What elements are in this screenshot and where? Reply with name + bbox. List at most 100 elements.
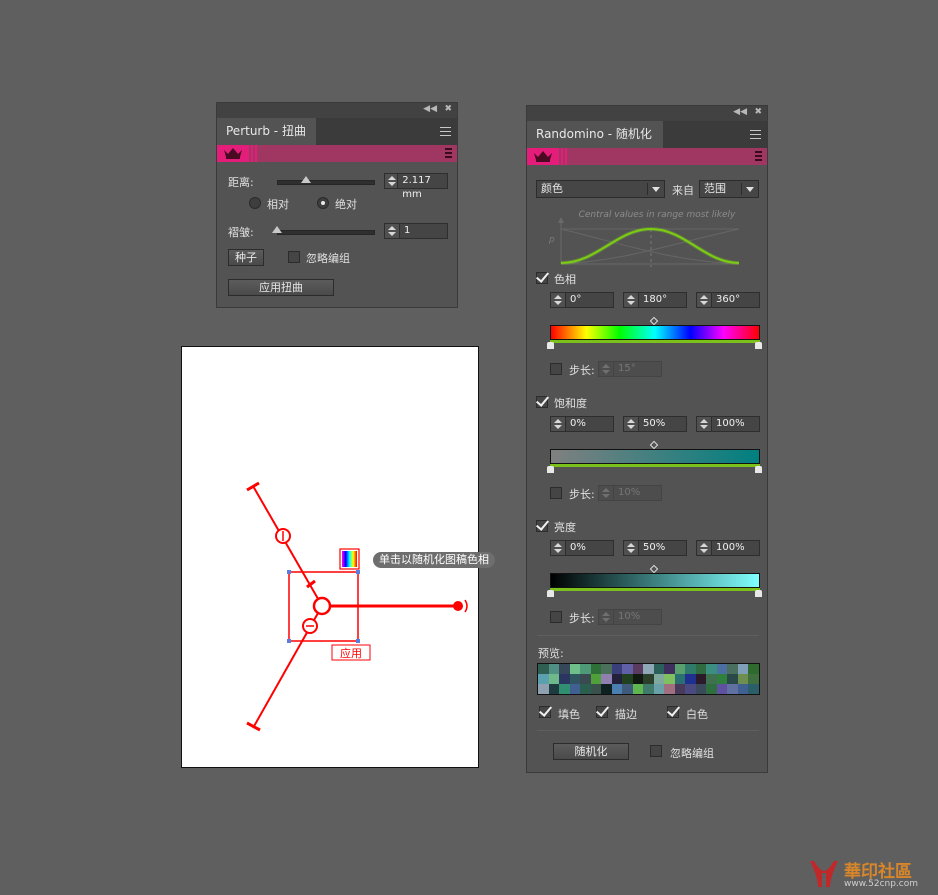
wrinkle-stepper[interactable]: 1 [384,223,448,239]
brightness-max-value[interactable]: 100% [712,541,745,555]
saturation-gradient-bar [550,449,760,464]
collapse-icon[interactable]: ◀◀ [423,104,437,114]
hue-mid-stepper[interactable]: 180° [623,292,687,308]
brightness-min-stepper[interactable]: 0% [550,540,614,556]
brightness-max-handle[interactable] [755,590,762,597]
hue-step-label: 步长: [569,364,595,377]
panel-menu-icon[interactable] [440,127,451,139]
hue-mid-value[interactable]: 180° [639,293,667,307]
watermark-url: www.52cnp.com [844,879,919,889]
saturation-max-value[interactable]: 100% [712,417,745,431]
collapse-icon[interactable]: ◀◀ [733,107,747,117]
stepper-arrows[interactable] [551,417,566,431]
tab-randomino[interactable]: Randomino - 随机化 [527,121,663,148]
hue-max-value[interactable]: 360° [712,293,740,307]
ignore-groups-checkbox[interactable] [650,745,662,757]
ignore-groups-checkbox[interactable] [288,251,300,263]
panel-menu-icon[interactable] [750,130,761,142]
brightness-step-checkbox[interactable] [550,611,562,623]
hue-step-stepper[interactable]: 15° [598,361,662,377]
distance-stepper[interactable]: 2.117 mm [384,173,448,200]
preview-swatch [716,664,728,674]
stepper-arrows[interactable] [385,174,399,188]
randomize-button[interactable]: 随机化 [553,743,629,760]
saturation-step-stepper[interactable]: 10% [598,485,662,501]
hue-step-value[interactable]: 15° [614,362,636,376]
hue-step-checkbox[interactable] [550,363,562,375]
brightness-step-value[interactable]: 10% [614,610,640,624]
saturation-checkbox[interactable] [536,396,548,408]
brightness-step-stepper[interactable]: 10% [598,609,662,625]
close-icon[interactable]: ✖ [444,104,452,114]
property-select[interactable]: 颜色 [536,180,665,198]
saturation-label: 饱和度 [554,397,587,410]
stepper-arrows[interactable] [599,486,614,500]
saturation-step-checkbox[interactable] [550,487,562,499]
plugin-banner [217,145,457,162]
plugin-menu-icon[interactable] [445,148,452,160]
saturation-min-stepper[interactable]: 0% [550,416,614,432]
preview-swatch [706,674,717,684]
distribution-caption: Central values in range most likely [579,210,736,220]
hue-checkbox[interactable] [536,272,548,284]
saturation-midpoint-handle[interactable] [649,440,659,450]
wrinkle-slider-thumb[interactable] [272,226,282,233]
hue-max-handle[interactable] [755,342,762,349]
center-handle [312,596,332,616]
brightness-mid-value[interactable]: 50% [639,541,665,555]
brightness-max-stepper[interactable]: 100% [696,540,760,556]
source-select-value: 范围 [704,182,726,195]
distance-slider[interactable] [277,180,375,185]
distance-value[interactable]: 2.117 mm [398,174,447,200]
saturation-mid-value[interactable]: 50% [639,417,665,431]
hue-min-value[interactable]: 0° [566,293,581,307]
relative-radio[interactable] [249,197,261,209]
hue-max-stepper[interactable]: 360° [696,292,760,308]
distance-slider-thumb[interactable] [301,176,312,183]
stepper-arrows[interactable] [697,541,712,555]
brightness-mid-stepper[interactable]: 50% [623,540,687,556]
preview-swatch [716,684,728,694]
wrinkle-value[interactable]: 1 [400,224,410,238]
saturation-mid-stepper[interactable]: 50% [623,416,687,432]
stroke-checkbox[interactable] [596,706,608,718]
close-icon[interactable]: ✖ [754,107,762,117]
preview-swatch-grid [537,663,760,695]
tab-perturb[interactable]: Perturb - 扭曲 [217,118,316,145]
hue-min-stepper[interactable]: 0° [550,292,614,308]
stepper-arrows[interactable] [697,417,712,431]
plugin-menu-icon[interactable] [755,151,762,163]
wrinkle-slider[interactable] [277,230,375,235]
apply-perturb-button[interactable]: 应用扭曲 [228,279,334,296]
stepper-arrows[interactable] [697,293,712,307]
stepper-arrows[interactable] [599,610,614,624]
hue-midpoint-handle[interactable] [649,316,659,326]
brightness-checkbox[interactable] [536,520,548,532]
brightness-min-value[interactable]: 0% [566,541,586,555]
saturation-max-stepper[interactable]: 100% [696,416,760,432]
preview-swatch [601,684,612,694]
stepper-arrows[interactable] [551,541,566,555]
saturation-min-value[interactable]: 0% [566,417,586,431]
saturation-step-value[interactable]: 10% [614,486,640,500]
saturation-min-handle[interactable] [547,466,554,473]
source-select[interactable]: 范围 [699,180,759,198]
fill-checkbox[interactable] [539,706,551,718]
hue-min-handle[interactable] [547,342,554,349]
brightness-midpoint-handle[interactable] [649,564,659,574]
tooltip: 单击以随机化图稿色相 [373,552,495,568]
white-checkbox[interactable] [667,706,679,718]
seed-button[interactable]: 种子 [228,249,264,266]
chevron-down-icon [652,187,660,192]
stepper-arrows[interactable] [624,417,639,431]
stepper-arrows[interactable] [385,224,400,238]
absolute-radio[interactable] [317,197,329,209]
stepper-arrows[interactable] [624,541,639,555]
brightness-min-handle[interactable] [547,590,554,597]
saturation-max-handle[interactable] [755,466,762,473]
stepper-arrows[interactable] [599,362,614,376]
stepper-arrows[interactable] [624,293,639,307]
stepper-arrows[interactable] [551,293,566,307]
apply-button[interactable]: 应用 [340,646,362,660]
crown-icon [534,151,552,162]
